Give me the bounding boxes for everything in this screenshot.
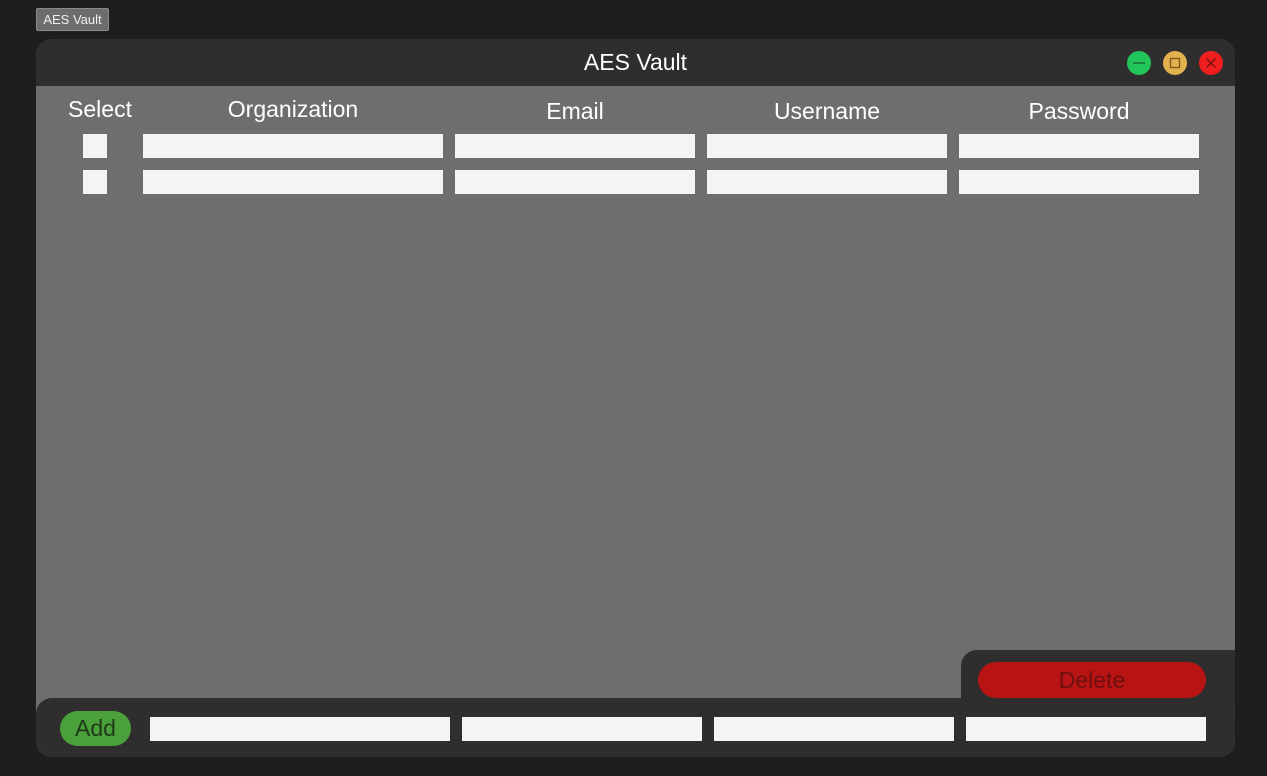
taskbar-app-tag[interactable]: AES Vault xyxy=(36,8,109,31)
row-username-field[interactable] xyxy=(707,170,947,194)
row-select-checkbox[interactable] xyxy=(83,134,107,158)
header-organization: Organization xyxy=(227,96,359,122)
minimize-icon xyxy=(1133,62,1145,64)
delete-button[interactable]: Delete xyxy=(978,662,1206,698)
header-username: Username xyxy=(773,98,881,124)
app-window: AES Vault Select Organization Email User… xyxy=(36,39,1235,757)
row-password-field[interactable] xyxy=(959,134,1199,158)
header-password: Password xyxy=(1028,98,1130,124)
maximize-button[interactable] xyxy=(1163,51,1187,75)
header-email: Email xyxy=(546,98,604,124)
row-username-field[interactable] xyxy=(707,134,947,158)
close-button[interactable] xyxy=(1199,51,1223,75)
window-title: AES Vault xyxy=(583,49,688,75)
row-organization-field[interactable] xyxy=(143,170,443,194)
new-password-field[interactable] xyxy=(966,717,1206,741)
row-select-checkbox[interactable] xyxy=(83,170,107,194)
minimize-button[interactable] xyxy=(1127,51,1151,75)
row-password-field[interactable] xyxy=(959,170,1199,194)
row-email-field[interactable] xyxy=(455,134,695,158)
close-icon xyxy=(1206,58,1216,68)
new-organization-field[interactable] xyxy=(150,717,450,741)
row-email-field[interactable] xyxy=(455,170,695,194)
title-bar[interactable]: AES Vault xyxy=(36,39,1235,86)
header-select: Select xyxy=(68,96,132,122)
new-email-field[interactable] xyxy=(462,717,702,741)
maximize-icon xyxy=(1169,57,1181,69)
new-username-field[interactable] xyxy=(714,717,954,741)
row-organization-field[interactable] xyxy=(143,134,443,158)
add-button[interactable]: Add xyxy=(60,711,131,746)
